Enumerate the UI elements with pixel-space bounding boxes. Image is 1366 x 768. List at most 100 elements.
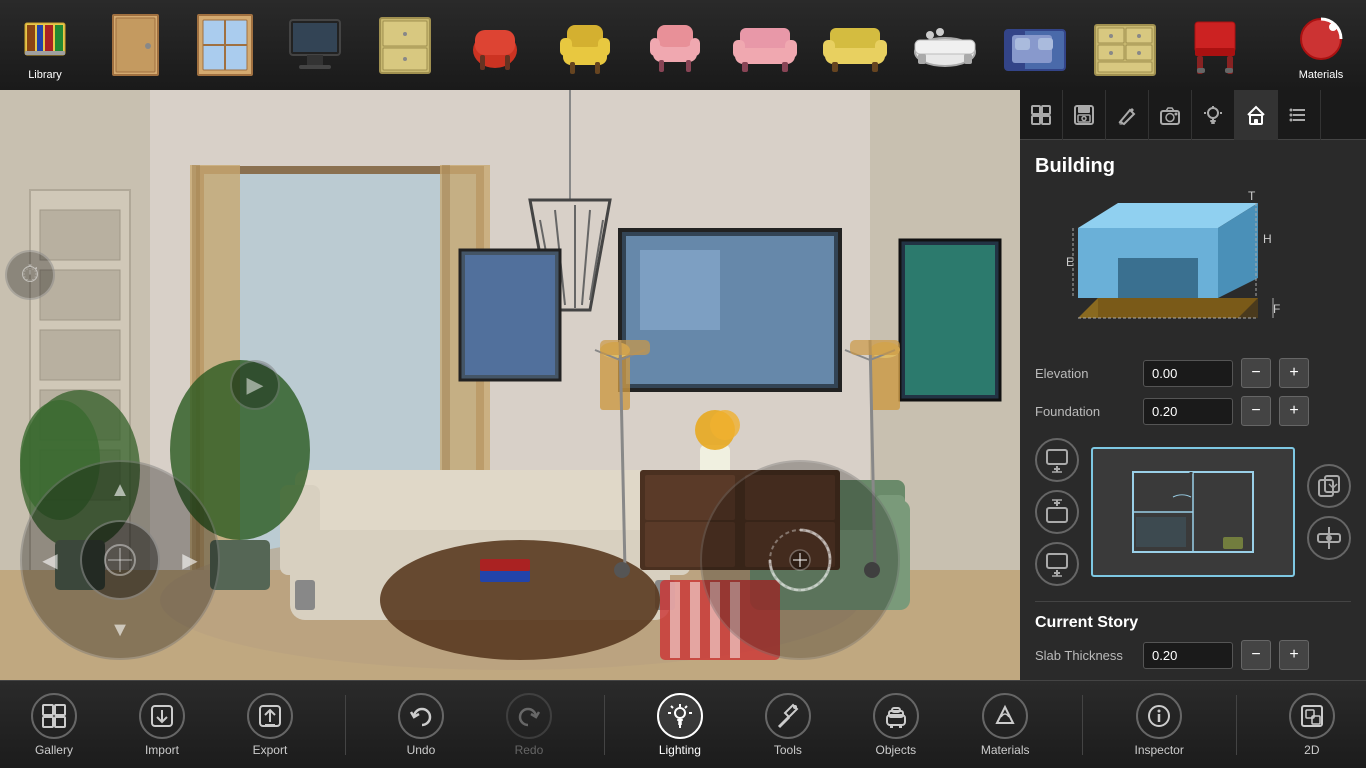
elevation-label: Elevation [1035, 366, 1135, 381]
add-floor-above-button[interactable] [1035, 438, 1079, 482]
floor-plan-svg [1123, 462, 1263, 562]
foundation-input[interactable] [1143, 398, 1233, 425]
import-tool[interactable]: Import [129, 681, 195, 768]
2d-icon [1289, 693, 1335, 739]
library-button[interactable]: Library [0, 0, 90, 90]
import-label: Import [145, 743, 179, 757]
furniture-armchair-yellow[interactable] [540, 0, 630, 90]
furniture-chair-red-simple[interactable] [1170, 0, 1260, 90]
lighting-label: Lighting [659, 743, 701, 757]
objects-tool[interactable]: Objects [863, 681, 929, 768]
elevation-decrease-button[interactable]: − [1241, 358, 1271, 388]
floor-settings-button[interactable] [1307, 516, 1351, 560]
copy-floor-button[interactable] [1307, 464, 1351, 508]
foundation-decrease-button[interactable]: − [1241, 396, 1271, 426]
elevation-increase-button[interactable]: + [1279, 358, 1309, 388]
redo-tool[interactable]: Redo [496, 681, 562, 768]
inspector-icon [1136, 693, 1182, 739]
pan-control[interactable]: ▶ [230, 360, 280, 410]
furniture-cabinet[interactable] [360, 0, 450, 90]
main-viewport: ▲ ▼ ◀ ▶ ▶ [0, 90, 1020, 680]
nav-center [80, 520, 160, 600]
materials-icon [1291, 9, 1351, 69]
panel-objects-icon[interactable] [1020, 90, 1063, 140]
furniture-chair-pink[interactable] [630, 0, 720, 90]
divider-2 [604, 695, 605, 755]
export-icon [247, 693, 293, 739]
pan-circle[interactable]: ▶ [230, 360, 280, 410]
panel-light-icon[interactable] [1192, 90, 1235, 140]
nav-overlay: ▲ ▼ ◀ ▶ [20, 460, 220, 660]
panel-save-icon[interactable] [1063, 90, 1106, 140]
objects-icon [873, 693, 919, 739]
inspector-tool[interactable]: Inspector [1124, 681, 1193, 768]
foundation-label: Foundation [1035, 404, 1135, 419]
rotate-overlay [700, 460, 900, 660]
tools-icon [765, 693, 811, 739]
nav-left-button[interactable]: ◀ [32, 542, 68, 578]
nav-right-button[interactable]: ▶ [172, 542, 208, 578]
furniture-sofa-yellow[interactable] [810, 0, 900, 90]
furniture-tv[interactable] [270, 0, 360, 90]
svg-text:T: T [1248, 189, 1256, 203]
furniture-window[interactable] [180, 0, 270, 90]
redo-label: Redo [515, 743, 544, 757]
nav-down-button[interactable]: ▼ [102, 612, 138, 648]
furniture-door[interactable] [90, 0, 180, 90]
elevation-input[interactable] [1143, 360, 1233, 387]
zoom-control[interactable]: ⏱ [5, 250, 55, 300]
furniture-bathtub[interactable] [900, 0, 990, 90]
tools-label: Tools [774, 743, 802, 757]
panel-list-icon[interactable] [1278, 90, 1321, 140]
rotate-circle[interactable] [700, 460, 900, 660]
inspector-label: Inspector [1134, 743, 1183, 757]
nav-up-button[interactable]: ▲ [102, 472, 138, 508]
gallery-icon [31, 693, 77, 739]
export-label: Export [253, 743, 288, 757]
slab-thickness-input[interactable] [1143, 642, 1233, 669]
svg-text:F: F [1273, 302, 1280, 316]
undo-tool[interactable]: Undo [388, 681, 454, 768]
furniture-chair-red[interactable] [450, 0, 540, 90]
panel-camera-icon[interactable] [1149, 90, 1192, 140]
lighting-tool[interactable]: Lighting [647, 681, 713, 768]
slab-increase-button[interactable]: + [1279, 640, 1309, 670]
building-preview: T H E F [1035, 188, 1351, 348]
gallery-label: Gallery [35, 743, 73, 757]
2d-tool[interactable]: 2D [1279, 681, 1345, 768]
room-scene: ▲ ▼ ◀ ▶ ▶ [0, 90, 1020, 680]
furniture-bed-blue[interactable] [990, 0, 1080, 90]
divider-3 [1082, 695, 1083, 755]
furniture-sofa-pink[interactable] [720, 0, 810, 90]
materials-bottom-label: Materials [981, 743, 1030, 757]
slab-decrease-button[interactable]: − [1241, 640, 1271, 670]
objects-label: Objects [876, 743, 917, 757]
remove-floor-button[interactable] [1035, 490, 1079, 534]
bottom-toolbar: Gallery Import Export [0, 680, 1366, 768]
current-story-title: Current Story [1035, 601, 1351, 632]
foundation-increase-button[interactable]: + [1279, 396, 1309, 426]
floor-plan-preview[interactable] [1091, 447, 1295, 577]
building-section: Building T H E F [1020, 140, 1366, 693]
panel-paint-icon[interactable] [1106, 90, 1149, 140]
divider-4 [1236, 695, 1237, 755]
add-floor-below-button[interactable] [1035, 542, 1079, 586]
library-icon [15, 9, 75, 69]
panel-home-icon[interactable] [1235, 90, 1278, 140]
materials-button[interactable]: Materials [1276, 0, 1366, 90]
undo-icon [398, 693, 444, 739]
tools-tool[interactable]: Tools [755, 681, 821, 768]
slab-thickness-label: Slab Thickness [1035, 648, 1135, 663]
panel-section-title: Building [1035, 155, 1351, 178]
redo-icon [506, 693, 552, 739]
2d-label: 2D [1304, 743, 1319, 757]
elevation-row: Elevation − + [1035, 358, 1351, 388]
export-tool[interactable]: Export [237, 681, 303, 768]
nav-circle[interactable]: ▲ ▼ ◀ ▶ [20, 460, 220, 660]
zoom-circle[interactable]: ⏱ [5, 250, 55, 300]
materials-tool[interactable]: Materials [971, 681, 1040, 768]
furniture-dresser[interactable] [1080, 0, 1170, 90]
right-panel: Building T H E F [1020, 90, 1366, 768]
foundation-row: Foundation − + [1035, 396, 1351, 426]
gallery-tool[interactable]: Gallery [21, 681, 87, 768]
